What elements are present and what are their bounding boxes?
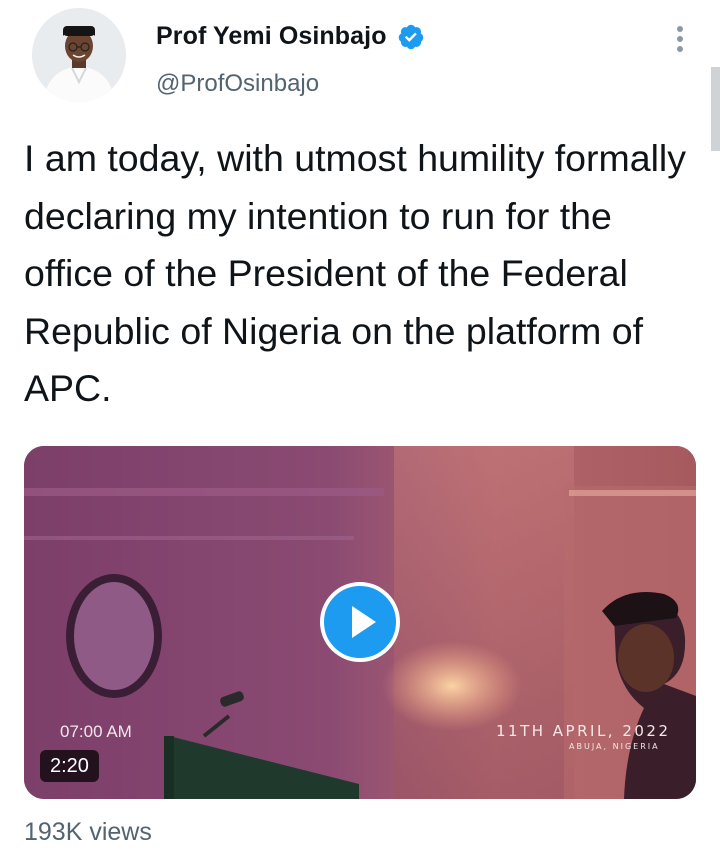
verified-badge-icon — [397, 23, 425, 51]
video-overlay-time: 07:00 AM — [60, 722, 132, 741]
video-overlay-location: ABUJA, NIGERIA — [569, 742, 660, 751]
author-handle[interactable]: @ProfOsinbajo — [156, 70, 319, 98]
video-overlay-date: 11TH APRIL, 2022 — [496, 722, 671, 740]
avatar-image — [32, 8, 126, 102]
author-name[interactable]: Prof Yemi Osinbajo — [156, 22, 387, 51]
video-duration-badge: 2:20 — [40, 750, 99, 782]
author-name-row[interactable]: Prof Yemi Osinbajo — [156, 22, 425, 51]
video-player[interactable]: 07:00 AM 11TH APRIL, 2022 ABUJA, NIGERIA… — [24, 446, 696, 799]
scrollbar-thumb[interactable] — [711, 67, 720, 151]
play-button[interactable] — [320, 582, 400, 662]
tweet-text: I am today, with utmost humility formall… — [24, 137, 686, 409]
play-icon — [320, 582, 400, 662]
view-count: 193K views — [24, 818, 152, 846]
more-options-icon[interactable] — [668, 22, 692, 56]
avatar[interactable] — [32, 8, 126, 102]
